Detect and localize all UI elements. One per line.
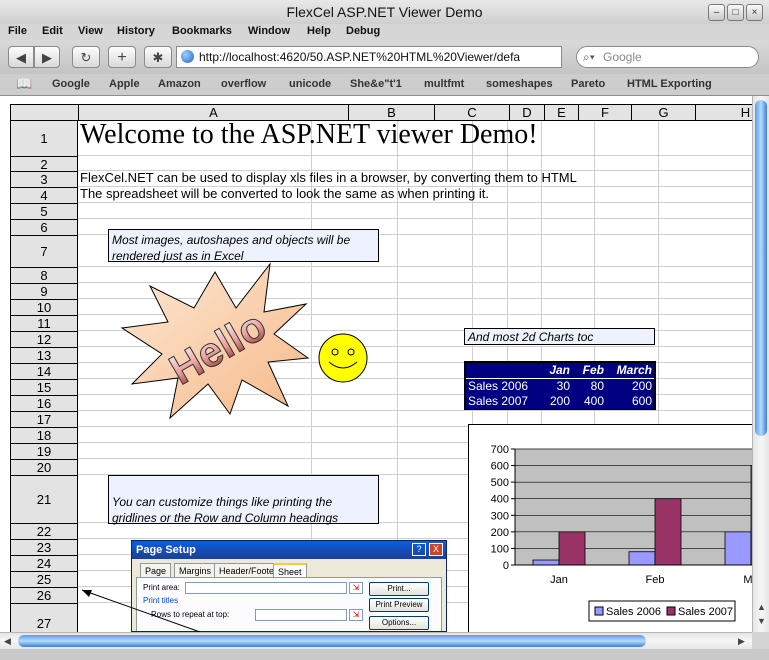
bug-icon: ✱	[152, 50, 164, 65]
scroll-down-icon[interactable]: ▼	[757, 616, 766, 626]
menu-history[interactable]: History	[117, 25, 155, 37]
x-tick-label: Ma	[743, 574, 752, 586]
menu-edit[interactable]: Edit	[42, 25, 63, 37]
status-bar	[0, 649, 769, 660]
reload-button[interactable]: ↻	[72, 46, 100, 68]
y-tick-label: 500	[491, 477, 509, 489]
close-icon[interactable]: ×	[746, 4, 763, 21]
reload-icon: ↻	[80, 50, 92, 65]
add-bookmark-button[interactable]: +	[108, 46, 136, 68]
forward-button[interactable]: ▶	[34, 46, 60, 68]
vertical-scrollbar[interactable]: ▲ ▼	[752, 96, 769, 632]
bookmark-item[interactable]: overflow	[221, 78, 266, 90]
horizontal-scroll-thumb[interactable]	[18, 635, 646, 647]
menu-file[interactable]: File	[8, 25, 27, 37]
minimize-icon[interactable]: –	[708, 4, 725, 21]
plus-icon: +	[117, 49, 127, 66]
menu-debug[interactable]: Debug	[346, 25, 380, 37]
bookmark-item[interactable]: unicode	[289, 78, 331, 90]
bar	[532, 559, 560, 566]
forward-arrow-icon: ▶	[42, 50, 52, 65]
book-icon[interactable]: 📖	[16, 76, 32, 92]
bookmark-item[interactable]: She&e"t'1	[350, 78, 402, 90]
search-icon: ⌕▾	[583, 50, 595, 64]
scroll-left-icon[interactable]: ◀	[4, 636, 11, 647]
window-controls: – □ ×	[708, 4, 763, 21]
bookmark-item[interactable]: Google	[52, 78, 90, 90]
bookmarks-bar: 📖 Google Apple Amazon overflow unicode S…	[0, 74, 769, 96]
scroll-right-icon[interactable]: ▶	[738, 636, 745, 647]
browser-window: FlexCel ASP.NET Viewer Demo – □ × File E…	[0, 0, 769, 660]
bookmark-item[interactable]: Amazon	[158, 78, 201, 90]
window-title: FlexCel ASP.NET Viewer Demo	[286, 4, 483, 20]
bookmark-item[interactable]: Pareto	[571, 78, 605, 90]
x-tick-label: Feb	[646, 574, 665, 586]
address-bar[interactable]: http://localhost:4620/50.ASP.NET%20HTML%…	[176, 46, 562, 68]
y-tick-label: 600	[491, 461, 509, 473]
url-text: http://localhost:4620/50.ASP.NET%20HTML%…	[199, 50, 521, 64]
bookmark-item[interactable]: multfmt	[424, 78, 464, 90]
bookmark-item[interactable]: Apple	[109, 78, 140, 90]
back-button[interactable]: ◀	[8, 46, 34, 68]
chart-svg: 0 100 200 300 400 500 600 700 Jan Feb Ma Sales 2006…	[491, 444, 752, 622]
horizontal-scrollbar[interactable]: ◀ ▶	[0, 632, 752, 649]
spreadsheet: ABCDEFGH 1 2 3 4 5 6 7 8 9 10 11 12 13 14 15 16 17 18 19 20…	[10, 104, 752, 632]
menu-help[interactable]: Help	[307, 25, 331, 37]
y-tick-label: 200	[491, 527, 509, 539]
bar	[628, 551, 656, 566]
menu-bookmarks[interactable]: Bookmarks	[172, 25, 232, 37]
legend-swatch	[594, 606, 604, 616]
title-bar: FlexCel ASP.NET Viewer Demo – □ ×	[0, 0, 769, 24]
y-tick-label: 300	[491, 510, 509, 522]
menu-view[interactable]: View	[78, 25, 103, 37]
vertical-scroll-thumb[interactable]	[755, 100, 767, 436]
y-tick-label: 700	[491, 444, 509, 456]
sales-chart: 0 100 200 300 400 500 600 700 Jan Feb Ma Sales 2006…	[468, 424, 752, 632]
page-content: ABCDEFGH 1 2 3 4 5 6 7 8 9 10 11 12 13 14 15 16 17 18 19 20…	[0, 96, 769, 632]
y-tick-label: 100	[491, 543, 509, 555]
search-placeholder: Google	[603, 50, 642, 64]
bar	[558, 531, 586, 566]
toolbar: ◀ ▶ ↻ + ✱ http://localhost:4620/50.ASP.N…	[0, 40, 769, 74]
globe-icon	[181, 50, 194, 63]
bookmark-item[interactable]: someshapes	[486, 78, 553, 90]
legend-label: Sales 2006	[606, 606, 661, 618]
plot-area	[514, 448, 752, 566]
x-tick-label: Jan	[550, 574, 568, 586]
y-tick-label: 400	[491, 494, 509, 506]
bar	[724, 531, 752, 566]
scroll-up-icon[interactable]: ▲	[757, 602, 766, 612]
maximize-icon[interactable]: □	[727, 4, 744, 21]
back-arrow-icon: ◀	[16, 50, 26, 65]
search-field[interactable]: ⌕▾ Google	[576, 46, 759, 68]
bug-button[interactable]: ✱	[144, 46, 172, 68]
legend-label: Sales 2007	[678, 606, 733, 618]
legend-swatch	[666, 606, 676, 616]
bookmark-item[interactable]: HTML Exporting	[627, 78, 712, 90]
bar	[654, 498, 682, 566]
menu-window[interactable]: Window	[248, 25, 290, 37]
y-tick-label: 0	[503, 560, 509, 572]
menu-bar: File Edit View History Bookmarks Window …	[0, 24, 769, 40]
